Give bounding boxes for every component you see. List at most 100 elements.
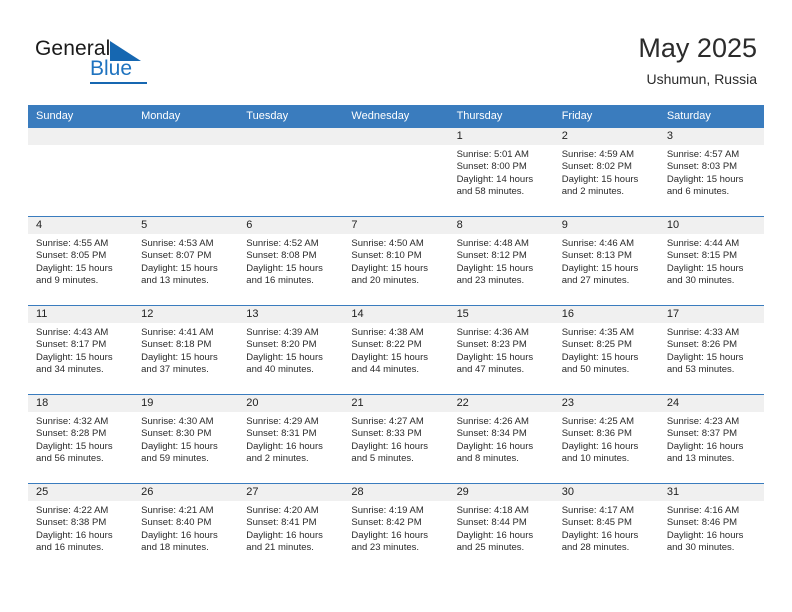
- calendar-day-cell[interactable]: 29 Sunrise: 4:18 AM Sunset: 8:44 PM Dayligh…: [448, 483, 554, 572]
- calendar-day-cell[interactable]: 14 Sunrise: 4:38 AM Sunset: 8:22 PM Dayligh…: [343, 305, 449, 395]
- calendar-day-cell[interactable]: 17 Sunrise: 4:33 AM Sunset: 8:26 PM Dayligh…: [658, 305, 764, 395]
- day-number: 20: [238, 395, 344, 412]
- calendar-day-cell[interactable]: 12 Sunrise: 4:41 AM Sunset: 8:18 PM Dayligh…: [133, 305, 239, 395]
- calendar-day-cell[interactable]: [133, 127, 239, 217]
- calendar-day-cell[interactable]: 21 Sunrise: 4:27 AM Sunset: 8:33 PM Dayligh…: [343, 394, 449, 484]
- calendar-week-row: 1 Sunrise: 5:01 AM Sunset: 8:00 PM Daylight…: [28, 127, 764, 217]
- daylight-text-line2: and 2 minutes.: [561, 186, 625, 198]
- daylight-text-line2: and 59 minutes.: [141, 453, 209, 465]
- day-cell-inner: 15 Sunrise: 4:36 AM Sunset: 8:23 PM Dayligh…: [448, 306, 554, 394]
- calendar-day-cell[interactable]: 9 Sunrise: 4:46 AM Sunset: 8:13 PM Daylight…: [553, 216, 659, 306]
- daylight-text-line2: and 9 minutes.: [36, 275, 99, 287]
- sunset-text: Sunset: 8:10 PM: [351, 250, 422, 262]
- day-details: Sunrise: 4:59 AM Sunset: 8:02 PM Daylight:…: [554, 145, 659, 199]
- day-number: [133, 128, 239, 145]
- day-details: Sunrise: 4:27 AM Sunset: 8:33 PM Daylight:…: [343, 412, 448, 466]
- brand-underline: [90, 82, 147, 84]
- calendar-day-cell[interactable]: 3 Sunrise: 4:57 AM Sunset: 8:03 PM Daylight…: [658, 127, 764, 217]
- day-cell-inner: 1 Sunrise: 5:01 AM Sunset: 8:00 PM Daylight…: [448, 128, 554, 216]
- page-subtitle-location: Ushumun, Russia: [646, 71, 758, 87]
- calendar-day-cell[interactable]: [343, 127, 449, 217]
- calendar-day-cell[interactable]: 15 Sunrise: 4:36 AM Sunset: 8:23 PM Dayligh…: [448, 305, 554, 395]
- daylight-text-line1: Daylight: 15 hours: [36, 351, 113, 363]
- day-cell-inner: 11 Sunrise: 4:43 AM Sunset: 8:17 PM Dayligh…: [28, 306, 134, 394]
- calendar-day-cell[interactable]: 11 Sunrise: 4:43 AM Sunset: 8:17 PM Dayligh…: [28, 305, 134, 395]
- daylight-text-line2: and 58 minutes.: [456, 186, 525, 198]
- day-cell-inner: 30 Sunrise: 4:17 AM Sunset: 8:45 PM Dayligh…: [553, 484, 659, 572]
- daylight-text-line2: and 40 minutes.: [246, 364, 314, 376]
- sunrise-text: Sunrise: 4:35 AM: [561, 327, 635, 338]
- sunrise-text: Sunrise: 4:41 AM: [141, 327, 214, 338]
- daylight-text-line2: and 25 minutes.: [456, 542, 525, 554]
- day-cell-inner: 22 Sunrise: 4:26 AM Sunset: 8:34 PM Dayligh…: [448, 395, 554, 483]
- calendar-day-cell[interactable]: 23 Sunrise: 4:25 AM Sunset: 8:36 PM Dayligh…: [553, 394, 659, 484]
- sunset-text: Sunset: 8:26 PM: [666, 339, 738, 351]
- calendar-day-cell[interactable]: 30 Sunrise: 4:17 AM Sunset: 8:45 PM Dayligh…: [553, 483, 659, 572]
- sunset-text: Sunset: 8:23 PM: [456, 339, 527, 351]
- daylight-text-line1: Daylight: 15 hours: [141, 351, 218, 363]
- calendar-day-cell[interactable]: 24 Sunrise: 4:23 AM Sunset: 8:37 PM Dayligh…: [658, 394, 764, 484]
- daylight-text-line1: Daylight: 16 hours: [666, 529, 744, 541]
- day-number: 9: [553, 217, 659, 234]
- calendar-day-cell[interactable]: 27 Sunrise: 4:20 AM Sunset: 8:41 PM Dayligh…: [238, 483, 344, 572]
- sunset-text: Sunset: 8:46 PM: [666, 517, 738, 529]
- day-details: Sunrise: 4:50 AM Sunset: 8:10 PM Daylight:…: [343, 234, 448, 288]
- calendar-day-cell[interactable]: [238, 127, 344, 217]
- day-number: [28, 128, 134, 145]
- calendar-day-cell[interactable]: 22 Sunrise: 4:26 AM Sunset: 8:34 PM Dayligh…: [448, 394, 554, 484]
- day-cell-inner: 28 Sunrise: 4:19 AM Sunset: 8:42 PM Dayligh…: [343, 484, 449, 572]
- calendar-day-cell[interactable]: 25 Sunrise: 4:22 AM Sunset: 8:38 PM Dayligh…: [28, 483, 134, 572]
- day-details: Sunrise: 4:36 AM Sunset: 8:23 PM Daylight:…: [449, 323, 554, 377]
- day-details: Sunrise: 4:19 AM Sunset: 8:42 PM Daylight:…: [343, 501, 448, 555]
- sunset-text: Sunset: 8:28 PM: [36, 428, 107, 440]
- daylight-text-line1: Daylight: 15 hours: [246, 262, 323, 274]
- calendar-day-cell[interactable]: 1 Sunrise: 5:01 AM Sunset: 8:00 PM Daylight…: [448, 127, 554, 217]
- daylight-text-line2: and 23 minutes.: [456, 275, 525, 287]
- sunrise-text: Sunrise: 4:36 AM: [456, 327, 529, 338]
- calendar-day-cell[interactable]: 20 Sunrise: 4:29 AM Sunset: 8:31 PM Dayligh…: [238, 394, 344, 484]
- day-number: 6: [238, 217, 344, 234]
- calendar-day-cell[interactable]: 31 Sunrise: 4:16 AM Sunset: 8:46 PM Dayligh…: [658, 483, 764, 572]
- weekday-header-wednesday: Wednesday: [343, 105, 449, 128]
- calendar-day-cell[interactable]: 8 Sunrise: 4:48 AM Sunset: 8:12 PM Daylight…: [448, 216, 554, 306]
- calendar-day-cell[interactable]: 7 Sunrise: 4:50 AM Sunset: 8:10 PM Daylight…: [343, 216, 449, 306]
- sunset-text: Sunset: 8:05 PM: [36, 250, 107, 262]
- calendar-page: General Blue May 2025 Ushumun, Russia Su…: [0, 0, 792, 612]
- daylight-text-line2: and 21 minutes.: [246, 542, 314, 554]
- calendar-day-cell[interactable]: 10 Sunrise: 4:44 AM Sunset: 8:15 PM Dayligh…: [658, 216, 764, 306]
- sunrise-text: Sunrise: 4:20 AM: [246, 505, 319, 516]
- day-details: Sunrise: 4:21 AM Sunset: 8:40 PM Daylight:…: [133, 501, 238, 555]
- calendar-day-cell[interactable]: 13 Sunrise: 4:39 AM Sunset: 8:20 PM Dayligh…: [238, 305, 344, 395]
- sunset-text: Sunset: 8:07 PM: [141, 250, 212, 262]
- daylight-text-line2: and 37 minutes.: [141, 364, 209, 376]
- day-number: 4: [28, 217, 134, 234]
- calendar-day-cell[interactable]: 5 Sunrise: 4:53 AM Sunset: 8:07 PM Daylight…: [133, 216, 239, 306]
- daylight-text-line2: and 5 minutes.: [351, 453, 414, 465]
- day-cell-inner: 2 Sunrise: 4:59 AM Sunset: 8:02 PM Daylight…: [553, 128, 659, 216]
- calendar-day-cell[interactable]: 4 Sunrise: 4:55 AM Sunset: 8:05 PM Daylight…: [28, 216, 134, 306]
- weekday-header-sunday: Sunday: [28, 105, 134, 128]
- daylight-text-line1: Daylight: 15 hours: [666, 173, 744, 185]
- daylight-text-line2: and 27 minutes.: [561, 275, 630, 287]
- calendar-day-cell[interactable]: 2 Sunrise: 4:59 AM Sunset: 8:02 PM Daylight…: [553, 127, 659, 217]
- day-cell-inner: 13 Sunrise: 4:39 AM Sunset: 8:20 PM Dayligh…: [238, 306, 344, 394]
- sunrise-text: Sunrise: 4:50 AM: [351, 238, 424, 249]
- daylight-text-line2: and 30 minutes.: [666, 542, 735, 554]
- sunset-text: Sunset: 8:34 PM: [456, 428, 527, 440]
- day-number: 19: [133, 395, 239, 412]
- calendar-day-cell[interactable]: 16 Sunrise: 4:35 AM Sunset: 8:25 PM Dayligh…: [553, 305, 659, 395]
- calendar-day-cell[interactable]: 19 Sunrise: 4:30 AM Sunset: 8:30 PM Dayligh…: [133, 394, 239, 484]
- brand-logo[interactable]: General Blue: [35, 37, 215, 87]
- calendar-day-cell[interactable]: 18 Sunrise: 4:32 AM Sunset: 8:28 PM Dayligh…: [28, 394, 134, 484]
- calendar-day-cell[interactable]: 26 Sunrise: 4:21 AM Sunset: 8:40 PM Dayligh…: [133, 483, 239, 572]
- daylight-text-line1: Daylight: 16 hours: [141, 529, 218, 541]
- day-cell-inner: 16 Sunrise: 4:35 AM Sunset: 8:25 PM Dayligh…: [553, 306, 659, 394]
- sunrise-text: Sunrise: 4:57 AM: [666, 149, 740, 160]
- calendar-day-cell[interactable]: [28, 127, 134, 217]
- daylight-text-line2: and 30 minutes.: [666, 275, 735, 287]
- sunrise-text: Sunrise: 4:26 AM: [456, 416, 529, 427]
- calendar-day-cell[interactable]: 6 Sunrise: 4:52 AM Sunset: 8:08 PM Daylight…: [238, 216, 344, 306]
- calendar-day-cell[interactable]: 28 Sunrise: 4:19 AM Sunset: 8:42 PM Dayligh…: [343, 483, 449, 572]
- calendar-week-row: 18 Sunrise: 4:32 AM Sunset: 8:28 PM Dayligh…: [28, 394, 764, 484]
- sunset-text: Sunset: 8:20 PM: [246, 339, 317, 351]
